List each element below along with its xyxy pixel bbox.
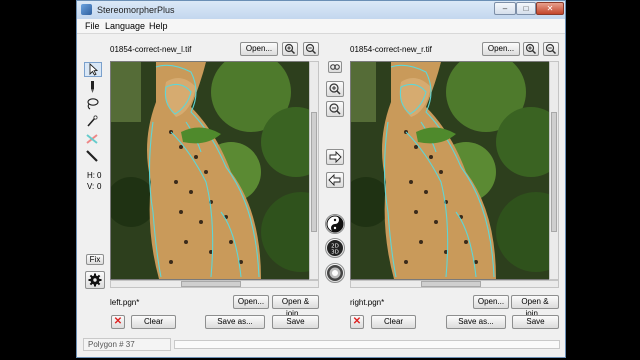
zoom-out-icon	[545, 43, 557, 55]
magic-wand-icon	[87, 115, 98, 127]
left-vertical-scroll-thumb[interactable]	[311, 112, 317, 232]
yin-yang-button[interactable]	[325, 214, 345, 234]
right-delete-button[interactable]: ✕	[350, 315, 364, 329]
right-filename: 01854-correct-new_r.tif	[350, 45, 432, 54]
maximize-button[interactable]: □	[516, 2, 536, 15]
close-button[interactable]: ✕	[536, 2, 564, 15]
left-delete-button[interactable]: ✕	[111, 315, 125, 329]
close-icon: ✕	[352, 316, 362, 327]
pointer-tool[interactable]	[84, 62, 102, 77]
copy-left-button[interactable]	[326, 172, 344, 188]
right-clear-button[interactable]: Clear	[371, 315, 416, 329]
link-icon	[330, 64, 340, 70]
zoom-in-center-button[interactable]	[326, 81, 344, 97]
h-label: H:	[87, 171, 95, 180]
cross-brush-tool[interactable]	[84, 132, 102, 147]
target-button[interactable]	[325, 263, 345, 283]
right-horizontal-scroll-thumb[interactable]	[421, 281, 481, 287]
left-filename: 01854-correct-new_l.tif	[110, 45, 192, 54]
right-open-join-button[interactable]: Open & join...	[511, 295, 559, 318]
left-save-button[interactable]: Save	[272, 315, 319, 329]
left-horizontal-scrollbar[interactable]	[110, 280, 319, 288]
lasso-tool[interactable]	[84, 97, 102, 112]
right-polygon-file-label: right.pgn*	[350, 298, 385, 307]
progress-bar	[174, 340, 560, 349]
v-label: V:	[87, 182, 95, 191]
ruler-tool[interactable]	[84, 149, 102, 164]
settings-icon	[88, 273, 102, 287]
left-cheetah-image	[111, 62, 318, 279]
right-zoom-in-button[interactable]	[523, 42, 539, 56]
right-cheetah-image	[351, 62, 558, 279]
right-vertical-scrollbar[interactable]	[549, 61, 559, 280]
arrow-right-icon	[329, 150, 342, 164]
polygon-status: Polygon # 37	[83, 338, 171, 351]
pen-tool[interactable]	[84, 80, 102, 95]
app-icon	[81, 4, 92, 15]
lasso-icon	[87, 98, 99, 110]
left-open-image-button[interactable]: Open...	[240, 42, 278, 56]
right-zoom-out-button[interactable]	[543, 42, 559, 56]
left-open-polygon-button[interactable]: Open...	[233, 295, 269, 309]
copy-right-button[interactable]	[326, 149, 344, 165]
zoom-in-icon	[525, 43, 537, 55]
left-open-join-button[interactable]: Open & join...	[272, 295, 319, 318]
left-horizontal-scroll-thumb[interactable]	[181, 281, 241, 287]
cross-brush-icon	[86, 134, 98, 144]
zoom-out-center-button[interactable]	[326, 101, 344, 117]
menu-language[interactable]: Language	[105, 21, 145, 31]
pointer-icon	[89, 62, 99, 76]
zoom-out-icon	[329, 103, 341, 115]
title-bar[interactable]: StereomorpherPlus – □ ✕	[77, 1, 565, 20]
pen-icon	[91, 81, 94, 93]
target-icon	[327, 265, 343, 281]
yin-yang-icon	[326, 215, 344, 233]
menu-file[interactable]: File	[85, 21, 100, 31]
minimize-button[interactable]: –	[494, 2, 516, 15]
left-polygon-file-label: left.pgn*	[110, 298, 140, 307]
h-value: 0	[97, 171, 102, 180]
zoom-in-icon	[284, 43, 296, 55]
right-open-image-button[interactable]: Open...	[482, 42, 520, 56]
left-zoom-out-button[interactable]	[303, 42, 319, 56]
link-button[interactable]	[328, 61, 342, 73]
magic-wand-tool[interactable]	[84, 114, 102, 129]
app-window: StereomorpherPlus – □ ✕ File Language He…	[76, 0, 566, 358]
fix-button[interactable]: Fix	[86, 254, 104, 265]
left-clear-button[interactable]: Clear	[131, 315, 176, 329]
right-image-view[interactable]	[350, 61, 559, 280]
left-vertical-scrollbar[interactable]	[309, 61, 319, 280]
left-save-as-button[interactable]: Save as...	[205, 315, 265, 329]
menu-help[interactable]: Help	[149, 21, 168, 31]
window-title: StereomorpherPlus	[97, 5, 175, 15]
zoom-out-icon	[305, 43, 317, 55]
right-horizontal-scrollbar[interactable]	[350, 280, 559, 288]
arrow-left-icon	[328, 173, 341, 187]
right-save-button[interactable]: Save	[512, 315, 559, 329]
2d-3d-button[interactable]: 2D 3D	[325, 238, 345, 258]
left-zoom-in-button[interactable]	[282, 42, 298, 56]
2d-3d-icon: 2D3D	[327, 240, 343, 256]
v-value: 0	[97, 182, 102, 191]
right-open-polygon-button[interactable]: Open...	[473, 295, 509, 309]
menu-bar: File Language Help	[77, 19, 565, 34]
zoom-in-icon	[329, 83, 341, 95]
close-icon: ✕	[113, 316, 123, 327]
right-save-as-button[interactable]: Save as...	[446, 315, 506, 329]
right-vertical-scroll-thumb[interactable]	[551, 112, 557, 232]
left-image-view[interactable]	[110, 61, 319, 280]
settings-button[interactable]	[85, 271, 105, 289]
ruler-icon	[86, 150, 98, 162]
svg-text:3D: 3D	[331, 250, 339, 256]
